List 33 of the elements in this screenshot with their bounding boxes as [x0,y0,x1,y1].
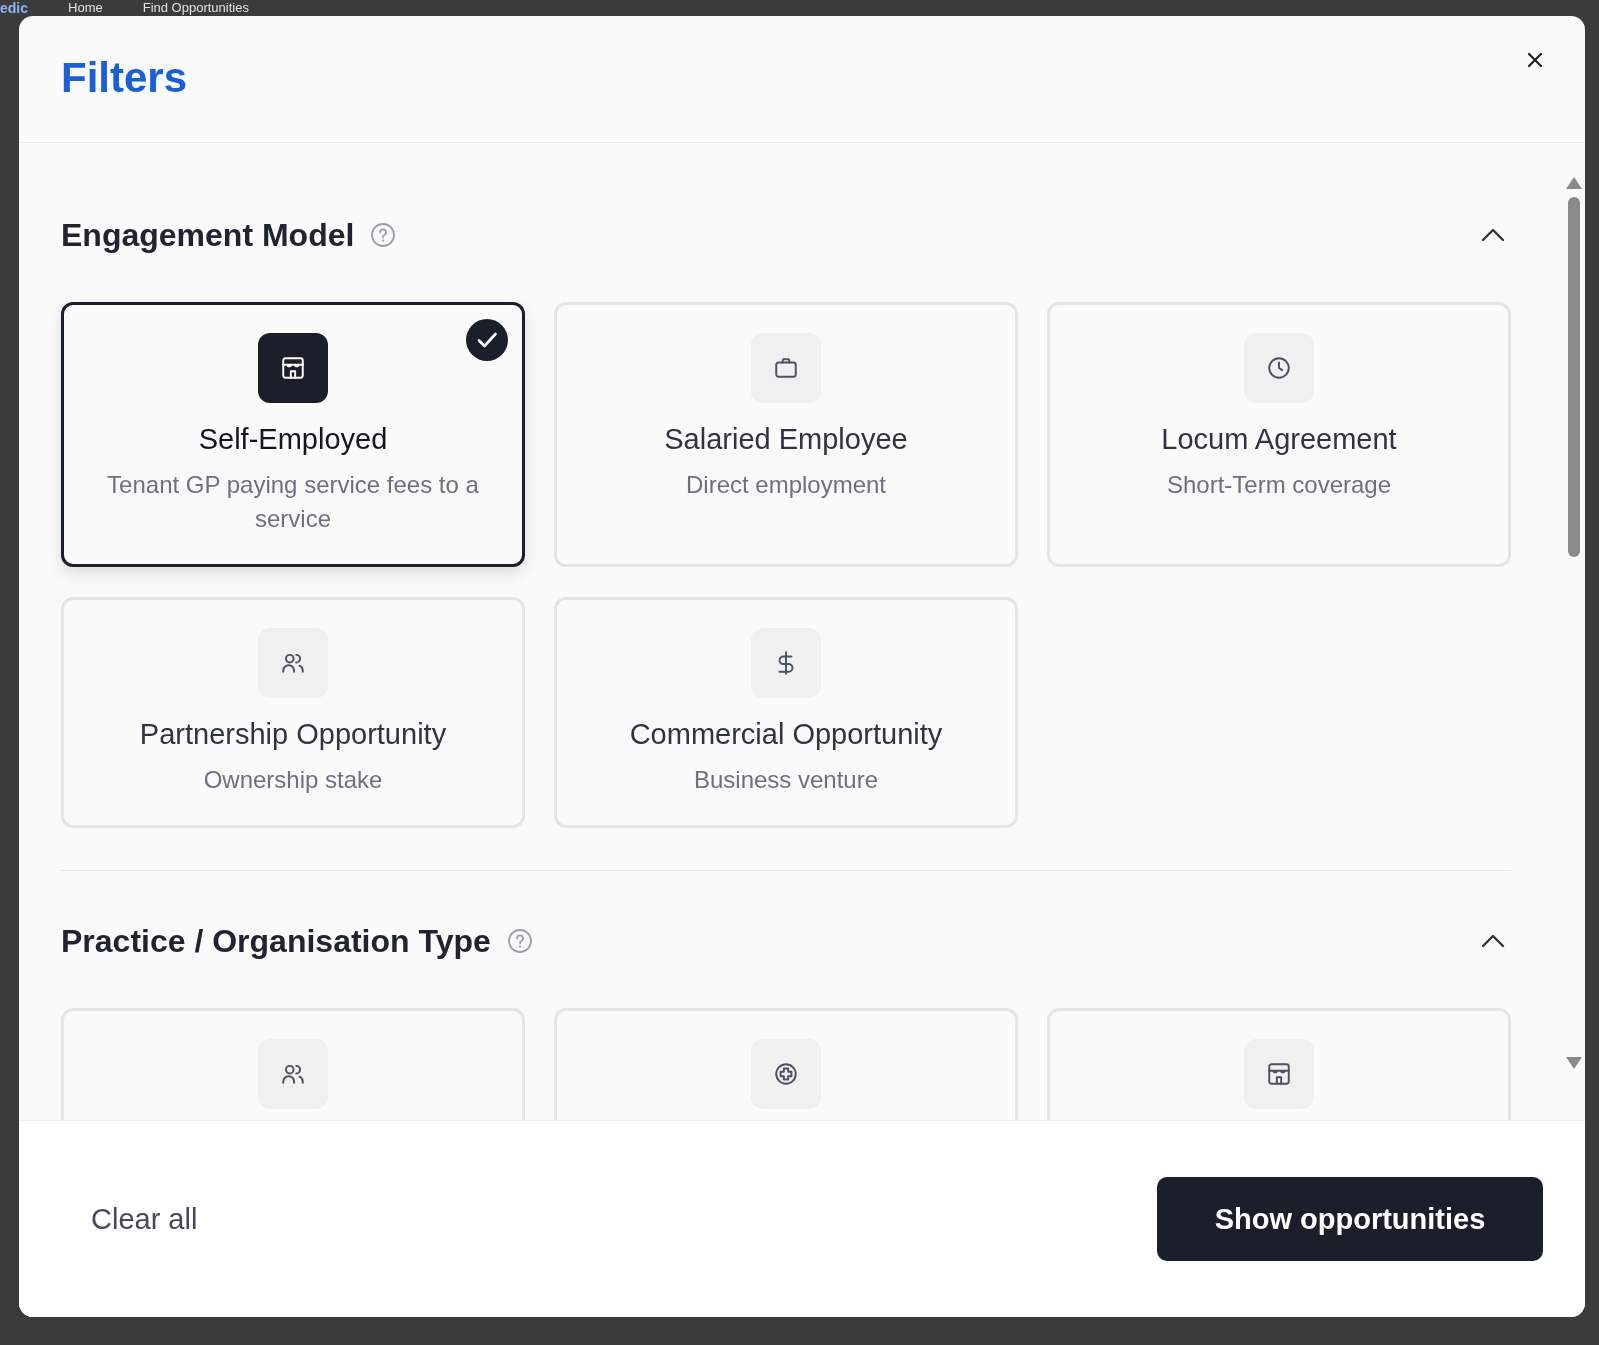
option-description: Business venture [693,765,879,795]
option-card[interactable]: Locum Agreement Short-Term coverage [1047,302,1511,567]
option-description: Direct employment [685,470,887,500]
clock-icon [1266,355,1292,381]
help-icon[interactable] [370,222,397,248]
option-card[interactable]: Partnership Opportunity Ownership stake [61,597,525,828]
nav-link[interactable]: Find Opportunities [142,0,249,16]
option-description: Ownership stake [203,765,383,795]
check-icon [466,319,508,361]
option-card[interactable]: Commercial Opportunity Business venture [554,597,1018,828]
show-opportunities-button[interactable]: Show opportunities [1157,1177,1543,1261]
briefcase-icon [773,355,799,381]
option-label: Locum Agreement [1161,423,1397,456]
help-icon[interactable] [506,928,533,954]
clear-all-button[interactable]: Clear all [83,1194,206,1244]
logo-text: edic [0,0,28,16]
option-label: Salaried Employee [664,423,908,456]
collapse-chevron-icon[interactable] [1481,228,1505,242]
option-card[interactable]: Self-Employed Tenant GP paying service fees to a service [61,302,525,567]
option-label: Self-Employed [198,423,388,456]
option-label: Commercial Opportunity [629,718,943,751]
option-card[interactable]: Salaried Employee Direct employment [554,302,1018,567]
option-description: Short-Term coverage [1166,470,1392,500]
storefront-icon [1266,1061,1292,1087]
storefront-icon [280,355,306,381]
option-description: Tenant GP paying service fees to a service [106,470,480,534]
collapse-chevron-icon[interactable] [1481,934,1505,948]
section-title: Practice / Organisation Type [61,922,491,960]
medical-cross-icon [773,1061,799,1087]
option-label: Partnership Opportunity [139,718,447,751]
section-title: Engagement Model [61,216,355,254]
dialog-title: Filters [61,54,188,102]
nav-link[interactable]: Home [68,0,103,16]
